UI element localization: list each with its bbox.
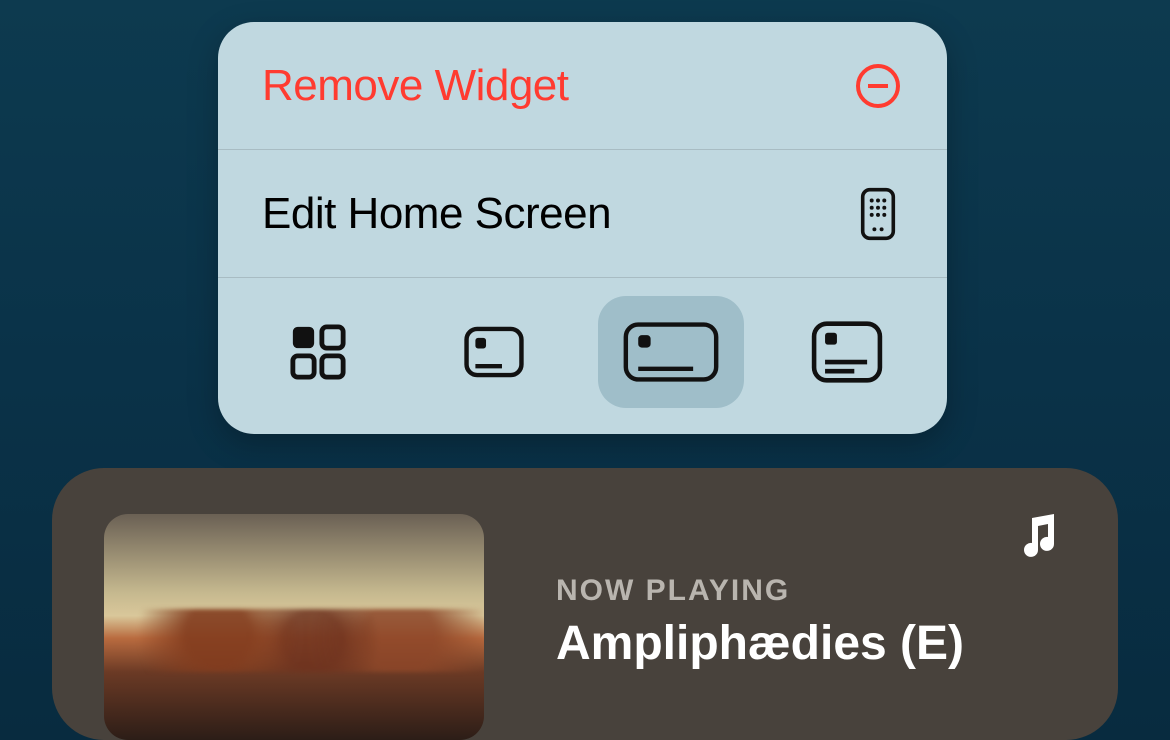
widget-size-row [218,278,947,434]
edit-home-screen-item[interactable]: Edit Home Screen [218,150,947,278]
size-option-small[interactable] [245,296,391,408]
apps-grid-icon [853,189,903,239]
remove-widget-label: Remove Widget [262,61,569,111]
size-wide-icon [621,321,721,383]
now-playing-label: NOW PLAYING [556,574,964,608]
widget-text: NOW PLAYING Ampliphædies (E) [556,514,964,694]
remove-widget-item[interactable]: Remove Widget [218,22,947,150]
size-tall-icon [810,320,884,384]
widget-context-menu: Remove Widget Edit Home Screen [218,22,947,434]
track-title: Ampliphædies (E) [556,616,964,671]
edit-home-screen-label: Edit Home Screen [262,189,611,239]
minus-circle-icon [853,61,903,111]
album-art [104,514,484,740]
size-small-icon [289,323,347,381]
music-note-icon [1014,512,1062,560]
music-now-playing-widget[interactable]: NOW PLAYING Ampliphædies (E) [52,468,1118,740]
size-option-medium[interactable] [421,296,567,408]
size-option-wide[interactable] [598,296,744,408]
size-medium-icon [463,325,525,379]
size-option-tall[interactable] [774,296,920,408]
